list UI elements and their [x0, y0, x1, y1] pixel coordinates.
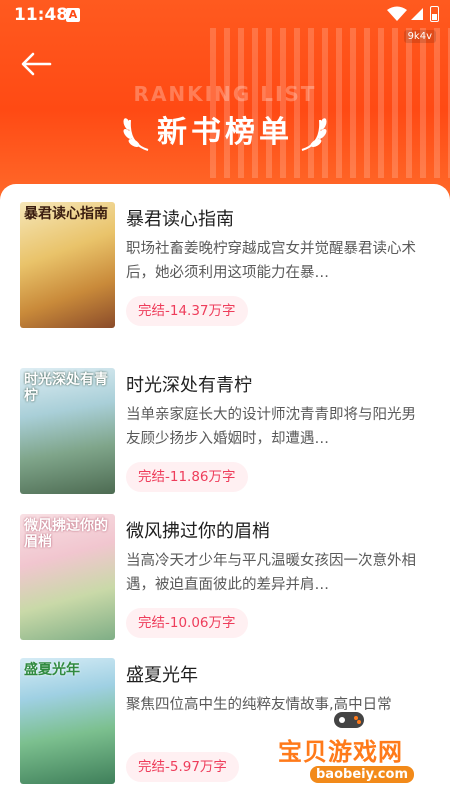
- book-item[interactable]: 时光深处有青柠 时光深处有青柠 当单亲家庭长大的设计师沈青青即将与阳光男友顾少扬…: [20, 368, 430, 496]
- status-bar: 11:48 A: [0, 0, 450, 32]
- book-title[interactable]: 盛夏光年: [126, 661, 198, 687]
- word-count-tag: 完结-14.37万字: [126, 296, 248, 326]
- book-title[interactable]: 暴君读心指南: [126, 205, 234, 231]
- watermark-en: baobeiy.com: [310, 766, 414, 783]
- book-description: 职场社畜姜晚柠穿越成宫女并觉醒暴君读心术后，她必须利用这项能力在暴…: [126, 241, 416, 281]
- book-cover-title: 暴君读心指南: [24, 206, 108, 222]
- book-description: 当高冷天才少年与平凡温暖女孩因一次意外相遇，被迫直面彼此的差异并肩…: [126, 553, 416, 593]
- laurel-right-icon: [301, 118, 327, 151]
- book-item[interactable]: 微风拂过你的眉梢 微风拂过你的眉梢 当高冷天才少年与平凡温暖女孩因一次意外相遇，…: [20, 514, 430, 642]
- carrier-tag: 9k4v: [403, 30, 436, 43]
- book-description: 当单亲家庭长大的设计师沈青青即将与阳光男友顾少扬步入婚姻时，却遭遇…: [126, 407, 416, 447]
- book-item[interactable]: 暴君读心指南 暴君读心指南 职场社畜姜晚柠穿越成宫女并觉醒暴君读心术后，她必须利…: [20, 202, 430, 330]
- book-cover[interactable]: 时光深处有青柠: [20, 368, 115, 494]
- word-count-tag: 完结-11.86万字: [126, 462, 248, 492]
- notification-badge-icon: A: [66, 8, 80, 22]
- book-cover-title: 盛夏光年: [24, 662, 80, 678]
- book-cover-title: 微风拂过你的眉梢: [24, 518, 108, 550]
- book-cover-title: 时光深处有青柠: [24, 372, 108, 404]
- laurel-left-icon: [123, 118, 149, 151]
- book-title[interactable]: 微风拂过你的眉梢: [126, 517, 270, 543]
- book-cover[interactable]: 盛夏光年: [20, 658, 115, 784]
- word-count-tag: 完结-10.06万字: [126, 608, 248, 638]
- word-count-tag: 完结-5.97万字: [126, 752, 239, 782]
- watermark-cn: 宝贝游戏网: [278, 738, 403, 766]
- page-title: 新书榜单: [157, 115, 293, 150]
- arrow-left-icon[interactable]: [20, 50, 52, 78]
- status-time: 11:48: [14, 5, 69, 25]
- ranking-list-subtitle: RANKING LIST: [133, 82, 317, 106]
- wifi-icon: [387, 6, 407, 21]
- battery-icon: [430, 6, 439, 22]
- book-title[interactable]: 时光深处有青柠: [126, 371, 252, 397]
- header-banner: 11:48 A 9k4v RANKING LIST 新书榜单: [0, 0, 450, 200]
- site-watermark: 宝贝游戏网 baobeiy.com: [268, 704, 444, 794]
- book-cover[interactable]: 微风拂过你的眉梢: [20, 514, 115, 640]
- page-title-area: 新书榜单: [0, 108, 450, 158]
- gamepad-icon: [334, 712, 364, 728]
- book-cover[interactable]: 暴君读心指南: [20, 202, 115, 328]
- signal-icon: [411, 8, 423, 20]
